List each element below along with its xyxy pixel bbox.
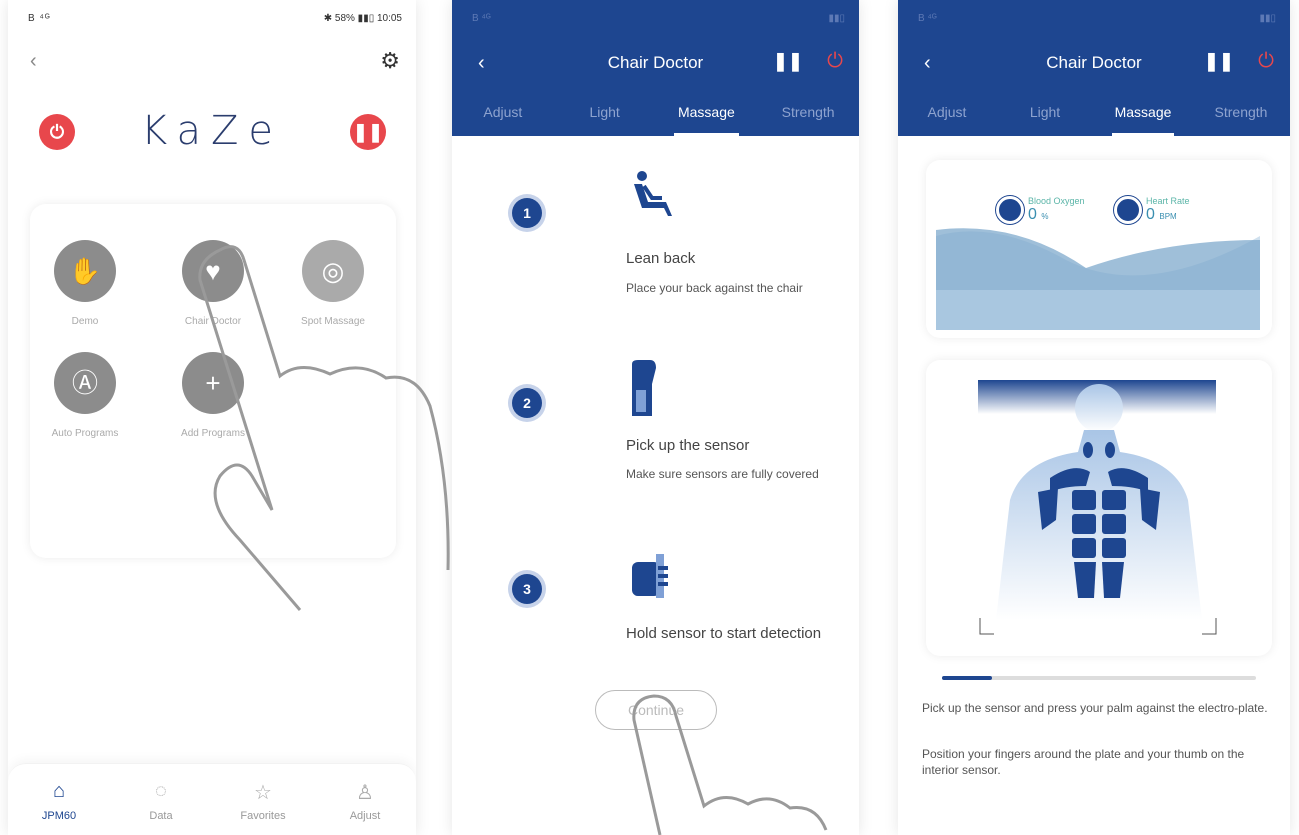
- step-number: 3: [512, 574, 542, 604]
- function-label: Spot Massage: [301, 316, 365, 327]
- blood-oxygen-value: 0: [1028, 206, 1037, 223]
- power-icon[interactable]: ⏻: [1258, 50, 1274, 73]
- tab-bar: Adjust Light Massage Strength: [898, 90, 1290, 136]
- step-desc: Make sure sensors are fully covered: [626, 467, 819, 481]
- function-label: Demo: [71, 316, 99, 327]
- heart-rate-metric: Heart Rate 0 BPM: [1114, 196, 1190, 224]
- function-label: Chair Doctor: [184, 316, 242, 327]
- pause-icon[interactable]: ❚❚: [773, 51, 803, 72]
- heart-rate-value: 0: [1146, 206, 1155, 223]
- continue-button[interactable]: Continue: [595, 690, 717, 730]
- heart-rate-icon: [1114, 196, 1142, 224]
- status-bar: B ⁴ᴳ ▮▮▯: [898, 0, 1290, 36]
- sensor-icon: [628, 360, 658, 430]
- target-icon: ◎: [302, 240, 364, 302]
- app-header: ‹ Chair Doctor ❚❚ ⏻ Adjust Light Massage…: [898, 36, 1290, 136]
- scan-progress: [942, 676, 1256, 680]
- app-header: ‹ Chair Doctor ❚❚ ⏻ Adjust Light Massage…: [452, 36, 859, 136]
- tab-light[interactable]: Light: [554, 90, 656, 136]
- function-chair-doctor[interactable]: ♥ Chair Doctor: [158, 240, 268, 327]
- nav-label: Favorites: [240, 810, 286, 822]
- pause-button[interactable]: ❚❚: [350, 114, 386, 150]
- bottom-nav: ⌂ JPM60 ◌ Data ☆ Favorites ♙ Adjust: [8, 763, 416, 835]
- blood-oxygen-metric: Blood Oxygen 0 %: [996, 196, 1085, 224]
- blood-oxygen-unit: %: [1041, 212, 1049, 221]
- back-icon[interactable]: ‹: [30, 50, 37, 73]
- power-icon[interactable]: ⏻: [827, 50, 843, 73]
- step-desc: Place your back against the chair: [626, 281, 803, 295]
- tab-adjust[interactable]: Adjust: [898, 90, 996, 136]
- tab-strength[interactable]: Strength: [1192, 90, 1290, 136]
- pause-icon[interactable]: ❚❚: [1204, 51, 1234, 72]
- function-add-programs[interactable]: + Add Programs: [158, 352, 268, 439]
- status-bar: B ⁴ᴳ ▮▮▯: [452, 0, 859, 36]
- step-number: 2: [512, 388, 542, 418]
- nav-label: JPM60: [41, 810, 77, 822]
- status-left: B ⁴ᴳ: [28, 12, 51, 24]
- nav-item-adjust[interactable]: ♙ Adjust: [314, 764, 416, 835]
- status-bar: B ⁴ᴳ ✱ 58% ▮▮▯ 10:05: [8, 0, 416, 36]
- instruction-2: Position your fingers around the plate a…: [922, 747, 1245, 777]
- function-label: Add Programs: [181, 428, 245, 439]
- step-number: 1: [512, 198, 542, 228]
- auto-icon: Ⓐ: [54, 352, 116, 414]
- star-icon: ☆: [254, 782, 272, 804]
- nav-label: Data: [149, 810, 173, 822]
- tab-adjust[interactable]: Adjust: [452, 90, 554, 136]
- hand-icon: ✋: [54, 240, 116, 302]
- heart-rate-label: Heart Rate: [1146, 196, 1190, 206]
- chart-icon: ◌: [155, 780, 167, 802]
- function-spot-massage[interactable]: ◎ Spot Massage: [278, 240, 388, 327]
- hand-sensor-icon: [628, 550, 672, 610]
- tab-strength[interactable]: Strength: [757, 90, 859, 136]
- tab-light[interactable]: Light: [996, 90, 1094, 136]
- adjust-icon: ♙: [356, 782, 374, 804]
- blood-oxygen-icon: [996, 196, 1024, 224]
- instruction-1: Pick up the sensor and press your palm a…: [922, 701, 1268, 715]
- wave-graphic: [936, 228, 1260, 330]
- function-card: ✋ Demo ♥ Chair Doctor ◎ Spot Massage Ⓐ A…: [30, 204, 396, 558]
- function-demo[interactable]: ✋ Demo: [30, 240, 140, 327]
- tab-bar: Adjust Light Massage Strength: [452, 90, 859, 136]
- seated-person-icon: [628, 170, 672, 228]
- heart-rate-unit: BPM: [1159, 212, 1177, 221]
- scan-progress-fill: [942, 676, 993, 680]
- gear-icon[interactable]: ⚙: [380, 48, 400, 74]
- body-scan-card: [926, 360, 1272, 656]
- chair-doctor-steps-screen: B ⁴ᴳ ▮▮▯ ‹ Chair Doctor ❚❚ ⏻ Adjust Light…: [452, 0, 859, 835]
- home-icon: ⌂: [52, 780, 66, 802]
- blood-oxygen-label: Blood Oxygen: [1028, 196, 1085, 206]
- nav-item-jpm60[interactable]: ⌂ JPM60: [8, 764, 110, 835]
- function-label: Auto Programs: [51, 428, 119, 439]
- vitals-card: Blood Oxygen 0 % Heart Rate 0 BPM: [926, 160, 1272, 338]
- heart-icon: ♥: [182, 240, 244, 302]
- tab-massage[interactable]: Massage: [656, 90, 758, 136]
- home-screen: B ⁴ᴳ ✱ 58% ▮▮▯ 10:05 ‹ ⚙ ⏻ KaZe ❚❚ ✋ Dem…: [8, 0, 416, 835]
- step-title: Hold sensor to start detection: [626, 625, 822, 642]
- step-title: Lean back: [626, 250, 696, 267]
- plus-icon: +: [182, 352, 244, 414]
- nav-label: Adjust: [349, 810, 381, 822]
- body-scan-figure: [978, 380, 1217, 635]
- status-right: ✱ 58% ▮▮▯ 10:05: [323, 12, 402, 24]
- chair-doctor-detection-screen: B ⁴ᴳ ▮▮▯ ‹ Chair Doctor ❚❚ ⏻ Adjust Light…: [898, 0, 1290, 835]
- function-auto-programs[interactable]: Ⓐ Auto Programs: [30, 352, 140, 439]
- nav-item-favorites[interactable]: ☆ Favorites: [212, 764, 314, 835]
- nav-item-data[interactable]: ◌ Data: [110, 764, 212, 835]
- step-title: Pick up the sensor: [626, 437, 750, 454]
- tab-massage[interactable]: Massage: [1094, 90, 1192, 136]
